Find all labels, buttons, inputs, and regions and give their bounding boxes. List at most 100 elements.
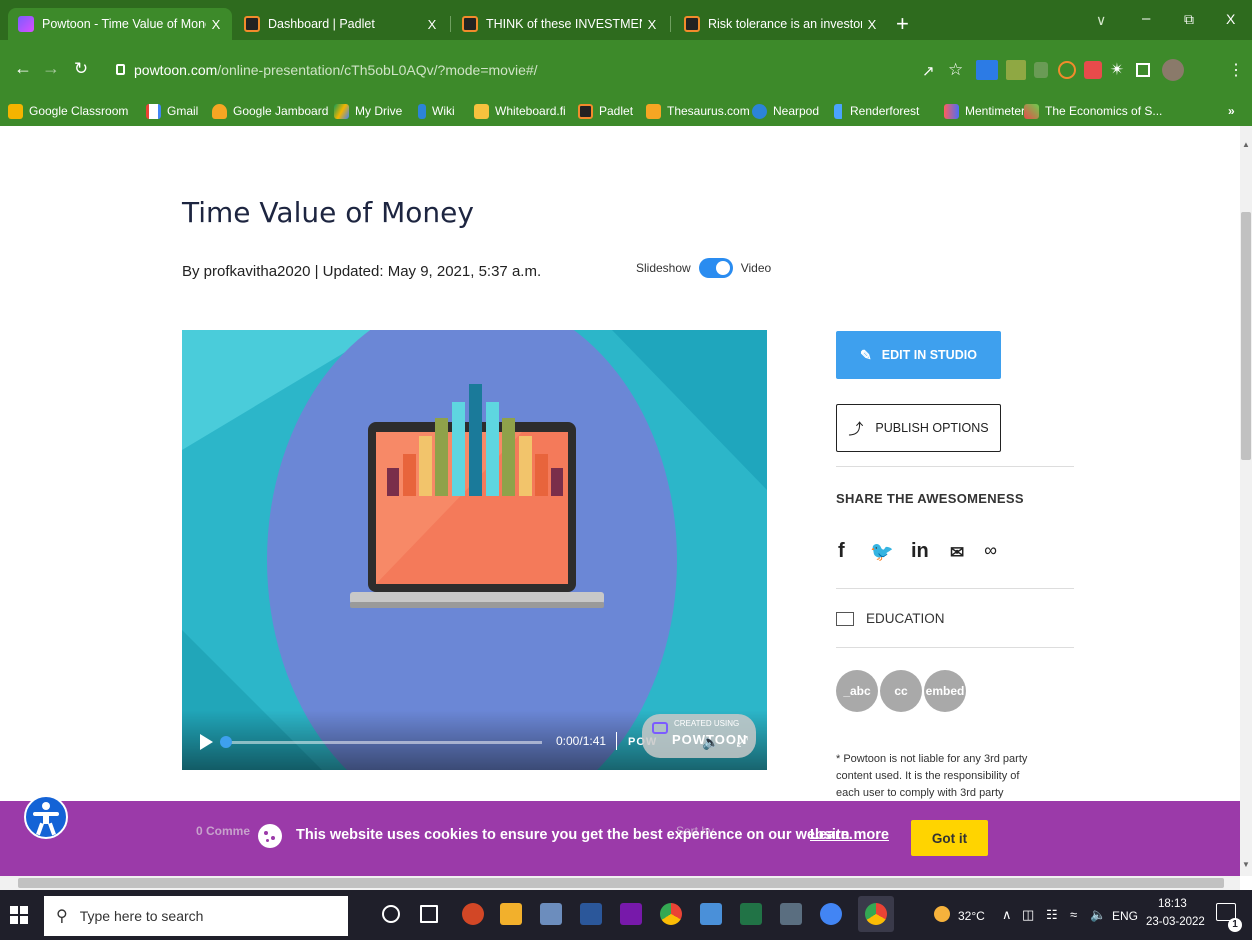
toggle-switch[interactable] (698, 258, 733, 278)
scroll-up-icon[interactable]: ▲ (1242, 140, 1250, 149)
check-extension-icon[interactable] (1084, 61, 1102, 79)
temperature[interactable]: 32°C (958, 909, 985, 923)
network-icon[interactable]: ☷ (1046, 907, 1058, 923)
calculator-icon[interactable] (780, 903, 802, 925)
taskbar-search[interactable]: ⚲ Type here to search (44, 896, 348, 936)
progress-bar[interactable] (222, 741, 542, 744)
license-badge-embed[interactable]: embed (924, 670, 966, 712)
horizontal-scrollbar-thumb[interactable] (18, 878, 1224, 888)
pen-tool-icon[interactable] (700, 903, 722, 925)
bookmark-economics[interactable]: The Economics of S... (1024, 102, 1162, 120)
new-tab-button[interactable]: + (896, 11, 909, 37)
paint-icon[interactable] (540, 903, 562, 925)
wiki-icon (418, 103, 426, 119)
bookmark-nearpod[interactable]: Nearpod (752, 102, 819, 120)
twitter-icon[interactable]: 🐦 (870, 540, 894, 564)
clock-time[interactable]: 18:13 (1158, 898, 1187, 910)
divider (836, 466, 1074, 467)
link-icon[interactable]: ∞ (984, 540, 997, 561)
play-icon[interactable] (200, 734, 213, 750)
progress-handle[interactable] (220, 736, 232, 748)
chrome-profile-icon[interactable] (820, 903, 842, 925)
sidepanel-icon[interactable] (1136, 63, 1150, 77)
active-app-highlight[interactable] (858, 896, 894, 932)
minimize-button[interactable]: – (1142, 10, 1150, 27)
got-it-button[interactable]: Got it (911, 820, 988, 856)
slideshow-video-toggle[interactable]: Slideshow Video (636, 258, 771, 278)
video-player[interactable]: 0:00/1:41 POW CREATED USING POWTOON 🔈 ⤢ (182, 330, 767, 770)
bookmark-google-jamboard[interactable]: Google Jamboard (212, 102, 328, 120)
onenote-icon[interactable] (620, 903, 642, 925)
file-explorer-icon[interactable] (500, 903, 522, 925)
tab-close-icon[interactable]: X (422, 17, 442, 32)
vertical-scrollbar-thumb[interactable] (1241, 212, 1251, 460)
category[interactable]: EDUCATION (836, 611, 945, 626)
bookmark-padlet[interactable]: Padlet (578, 102, 633, 120)
address-bar[interactable]: powtoon.com/online-presentation/cTh5obL0… (134, 62, 538, 78)
tab-padlet-dashboard[interactable]: Dashboard | Padlet X (234, 8, 448, 40)
tab-investment[interactable]: THINK of these INVESTMENT EXI X (452, 8, 668, 40)
scroll-down-icon[interactable]: ▼ (1242, 860, 1250, 869)
clock-date[interactable]: 23-03-2022 (1146, 916, 1205, 928)
tab-search-icon[interactable]: ∨ (1096, 12, 1106, 29)
license-badge-cc[interactable]: cc (880, 670, 922, 712)
nearpod-icon (752, 103, 767, 119)
new-extension-icon[interactable] (976, 60, 998, 80)
menu-kebab-icon[interactable]: ⋮ (1228, 60, 1244, 80)
extension-icon[interactable] (1006, 60, 1026, 80)
weather-icon[interactable] (934, 906, 950, 922)
learn-more-link[interactable]: Learn more (810, 827, 889, 843)
publish-options-button[interactable]: ⤴ PUBLISH OPTIONS (836, 404, 1001, 452)
fullscreen-icon[interactable]: ⤢ (736, 733, 748, 750)
tab-close-icon[interactable]: X (206, 17, 226, 32)
pen-extension-icon[interactable] (1034, 62, 1048, 78)
padlet-favicon-icon (684, 16, 700, 32)
tab-risk-tolerance[interactable]: Risk tolerance is an investor's abi X (674, 8, 888, 40)
cortana-icon[interactable] (382, 905, 400, 923)
restore-button[interactable]: ⧉ (1184, 11, 1194, 28)
tray-chevron-icon[interactable]: ∧ (1002, 907, 1012, 923)
bookmark-wiki[interactable]: Wiki (418, 102, 455, 120)
bookmark-google-classroom[interactable]: Google Classroom (8, 102, 128, 120)
tab-label: Dashboard | Padlet (268, 17, 375, 31)
back-icon[interactable]: ← (12, 58, 34, 79)
license-badge-abc[interactable]: _abc (836, 670, 878, 712)
battery-icon[interactable]: ◫ (1022, 907, 1034, 923)
close-window-button[interactable]: X (1226, 11, 1235, 27)
excel-icon[interactable] (740, 903, 762, 925)
linkedin-icon[interactable]: in (911, 540, 929, 563)
task-view-icon[interactable] (420, 905, 438, 923)
bookmark-my-drive[interactable]: My Drive (334, 102, 402, 120)
email-icon[interactable]: ✉ (950, 543, 964, 563)
bookmark-star-icon[interactable]: ☆ (948, 60, 963, 80)
tab-close-icon[interactable]: X (862, 17, 882, 32)
speaker-icon[interactable]: 🔈 (1090, 907, 1106, 923)
powerpoint-icon[interactable] (462, 903, 484, 925)
bookmark-gmail[interactable]: Gmail (146, 102, 198, 120)
profile-avatar[interactable] (1162, 59, 1184, 81)
wifi-icon[interactable]: ≈ (1070, 907, 1077, 922)
forward-icon[interactable]: → (40, 58, 62, 79)
bookmark-thesaurus[interactable]: Thesaurus.com (646, 102, 750, 120)
bookmarks-overflow-button[interactable]: » (1228, 102, 1235, 120)
bookmark-renderforest[interactable]: Renderforest (834, 102, 919, 120)
tab-label: THINK of these INVESTMENT EXI (486, 17, 642, 31)
word-icon[interactable] (580, 903, 602, 925)
bookmark-whiteboard[interactable]: Whiteboard.fi (474, 102, 566, 120)
volume-icon[interactable]: 🔈 (702, 734, 719, 751)
facebook-icon[interactable]: f (838, 540, 845, 563)
reload-icon[interactable]: ↻ (70, 59, 92, 79)
edit-in-studio-button[interactable]: ✎ EDIT IN STUDIO (836, 331, 1001, 379)
bookmark-mentimeter[interactable]: Mentimeter (944, 102, 1025, 120)
share-page-icon[interactable]: ↗ (922, 62, 935, 80)
toggle-label-slideshow: Slideshow (636, 261, 691, 275)
lock-icon[interactable] (116, 64, 125, 75)
language-indicator[interactable]: ENG (1112, 909, 1138, 923)
accessibility-icon[interactable] (24, 795, 68, 839)
tab-close-icon[interactable]: X (642, 17, 662, 32)
grammarly-icon[interactable] (1058, 61, 1076, 79)
extensions-puzzle-icon[interactable]: ✴ (1110, 60, 1124, 80)
windows-start-icon[interactable] (10, 906, 28, 924)
chrome-icon[interactable] (660, 903, 682, 925)
tab-powtoon[interactable]: Powtoon - Time Value of Money X (8, 8, 232, 40)
